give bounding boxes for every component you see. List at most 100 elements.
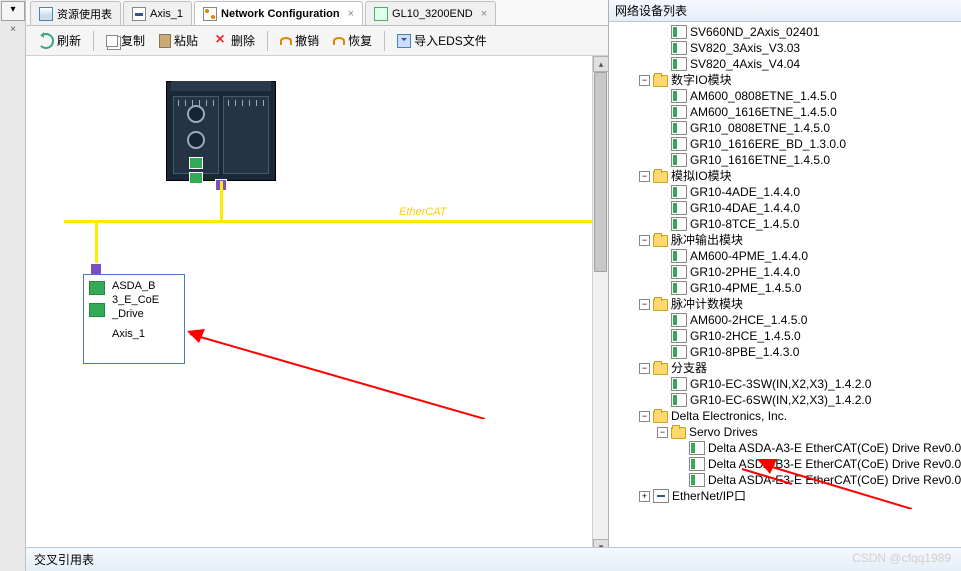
delete-button[interactable]: ×删除 <box>206 29 261 53</box>
tree-folder[interactable]: − 分支器 <box>639 360 961 376</box>
vertical-scrollbar[interactable]: ▴ ▾ <box>592 56 608 555</box>
device-icon <box>671 57 687 71</box>
tree-folder[interactable]: +EtherNet/IP口 <box>639 488 961 504</box>
bus-line <box>220 181 223 221</box>
redo-icon <box>333 37 345 45</box>
device-icon <box>671 25 687 39</box>
tree-item[interactable]: SV820_3Axis_V3.03 <box>657 40 961 56</box>
device-icon <box>671 185 687 199</box>
tree-item[interactable]: Delta ASDA-A3-E EtherCAT(CoE) Drive Rev0… <box>675 440 961 456</box>
folder-icon <box>653 299 668 311</box>
import-eds-button[interactable]: 导入EDS文件 <box>391 29 493 53</box>
tree-folder[interactable]: −脉冲输出模块 <box>639 232 961 248</box>
tab-axis1[interactable]: Axis_1 <box>123 1 192 25</box>
tree-item-label: SV820_3Axis_V3.03 <box>690 40 800 56</box>
folder-icon <box>653 75 668 87</box>
bottom-panel-tab[interactable]: 交叉引用表 <box>26 547 961 571</box>
tree-item-label: GR10-8PBE_1.4.3.0 <box>690 344 799 360</box>
tree-toggle[interactable]: − <box>639 411 650 422</box>
tree-toggle[interactable]: + <box>639 491 650 502</box>
tree-item[interactable]: SV660ND_2Axis_02401 <box>657 24 961 40</box>
tree-item[interactable]: AM600-2HCE_1.4.5.0 <box>657 312 961 328</box>
tree-folder[interactable]: − Delta Electronics, Inc. <box>639 408 961 424</box>
tree-folder-label: Delta Electronics, Inc. <box>671 408 787 424</box>
tree-item[interactable]: Delta ASDA-E3-E EtherCAT(CoE) Drive Rev0… <box>675 472 961 488</box>
device-tree[interactable]: SV660ND_2Axis_02401SV820_3Axis_V3.03SV82… <box>609 22 961 571</box>
tree-folder-label: 分支器 <box>671 360 707 376</box>
tree-toggle[interactable]: − <box>639 235 650 246</box>
tree-toggle[interactable]: − <box>639 171 650 182</box>
tree-item[interactable]: AM600-4PME_1.4.4.0 <box>657 248 961 264</box>
delete-icon: × <box>212 33 228 49</box>
slave-label: ASDA_B 3_E_CoE _Drive Axis_1 <box>110 275 184 363</box>
tree-toggle[interactable]: − <box>639 363 650 374</box>
axis-icon <box>132 7 146 21</box>
tree-item-label: GR10-2HCE_1.4.5.0 <box>690 328 801 344</box>
redo-button[interactable]: 恢复 <box>327 29 378 53</box>
tab-resource-usage[interactable]: 资源使用表 <box>30 1 121 25</box>
tree-toggle[interactable]: − <box>639 75 650 86</box>
tree-item[interactable]: AM600_0808ETNE_1.4.5.0 <box>657 88 961 104</box>
device-icon <box>671 121 687 135</box>
paste-button[interactable]: 粘贴 <box>153 29 204 53</box>
copy-button[interactable]: 复制 <box>100 29 151 53</box>
tree-folder-label: 脉冲计数模块 <box>671 296 743 312</box>
tree-item[interactable]: GR10-4DAE_1.4.4.0 <box>657 200 961 216</box>
tab-bar: 资源使用表 Axis_1 Network Configuration × GL1… <box>26 0 608 26</box>
tree-item[interactable]: GR10_1616ETNE_1.4.5.0 <box>657 152 961 168</box>
tree-item[interactable]: GR10-EC-6SW(IN,X2,X3)_1.4.2.0 <box>657 392 961 408</box>
tree-item[interactable]: GR10-2PHE_1.4.4.0 <box>657 264 961 280</box>
annotation-arrow <box>185 329 485 419</box>
tree-item[interactable]: GR10-4ADE_1.4.4.0 <box>657 184 961 200</box>
tab-gl10[interactable]: GL10_3200END × <box>365 1 496 25</box>
tree-folder[interactable]: − 脉冲计数模块 <box>639 296 961 312</box>
network-canvas[interactable]: EtherCAT ASDA_B 3_E_CoE _Drive Axis_1 <box>26 56 608 571</box>
tree-folder-label: 数字IO模块 <box>671 72 732 88</box>
tree-item[interactable]: GR10-8TCE_1.4.5.0 <box>657 216 961 232</box>
refresh-button[interactable]: 刷新 <box>32 29 87 53</box>
tree-folder-label: 模拟IO模块 <box>671 168 732 184</box>
tree-item[interactable]: SV820_4Axis_V4.04 <box>657 56 961 72</box>
scroll-up-button[interactable]: ▴ <box>593 56 608 72</box>
tree-item-label: GR10-4DAE_1.4.4.0 <box>690 200 800 216</box>
master-device[interactable] <box>166 81 276 181</box>
tree-item[interactable]: GR10-2HCE_1.4.5.0 <box>657 328 961 344</box>
device-icon <box>671 329 687 343</box>
tree-item[interactable]: GR10-4PME_1.4.5.0 <box>657 280 961 296</box>
rail-toggle-button[interactable]: ▾ <box>1 1 25 21</box>
side-panel: 网络设备列表 SV660ND_2Axis_02401SV820_3Axis_V3… <box>609 0 961 571</box>
tree-item-label: GR10-EC-6SW(IN,X2,X3)_1.4.2.0 <box>690 392 871 408</box>
tree-item[interactable]: AM600_1616ETNE_1.4.5.0 <box>657 104 961 120</box>
tree-toggle[interactable]: − <box>639 299 650 310</box>
tree-toggle[interactable]: − <box>657 427 668 438</box>
tree-folder[interactable]: − 模拟IO模块 <box>639 168 961 184</box>
bus-line <box>95 222 98 266</box>
device-icon <box>689 473 705 487</box>
device-icon <box>671 377 687 391</box>
module-icon <box>374 7 388 21</box>
tree-item-label: GR10-EC-3SW(IN,X2,X3)_1.4.2.0 <box>690 376 871 392</box>
tab-close-button[interactable]: × <box>481 8 487 20</box>
tree-item-label: Delta ASDA-E3-E EtherCAT(CoE) Drive Rev0… <box>708 472 961 488</box>
side-panel-title: 网络设备列表 <box>609 0 961 22</box>
rail-close-button[interactable]: × <box>1 24 25 40</box>
import-icon <box>397 34 411 48</box>
toolbar: 刷新 复制 粘贴 ×删除 撤销 恢复 导入EDS文件 <box>26 26 608 56</box>
tab-network-config[interactable]: Network Configuration × <box>194 1 363 25</box>
tree-item[interactable]: GR10-8PBE_1.4.3.0 <box>657 344 961 360</box>
tree-item-label: AM600_1616ETNE_1.4.5.0 <box>690 104 837 120</box>
tree-item[interactable]: GR10_1616ERE_BD_1.3.0.0 <box>657 136 961 152</box>
undo-icon <box>280 37 292 45</box>
tree-item[interactable]: GR10-EC-3SW(IN,X2,X3)_1.4.2.0 <box>657 376 961 392</box>
tree-folder[interactable]: −Servo Drives <box>657 424 961 440</box>
device-icon <box>671 393 687 407</box>
undo-button[interactable]: 撤销 <box>274 29 325 53</box>
tree-item[interactable]: Delta ASDA-B3-E EtherCAT(CoE) Drive Rev0… <box>675 456 961 472</box>
tab-close-button[interactable]: × <box>348 8 354 20</box>
tree-folder[interactable]: − 数字IO模块 <box>639 72 961 88</box>
slave-device[interactable]: ASDA_B 3_E_CoE _Drive Axis_1 <box>83 274 185 364</box>
tab-label: GL10_3200END <box>392 8 473 20</box>
tree-item-label: GR10-2PHE_1.4.4.0 <box>690 264 800 280</box>
tree-item[interactable]: GR10_0808ETNE_1.4.5.0 <box>657 120 961 136</box>
scroll-thumb[interactable] <box>594 72 607 272</box>
